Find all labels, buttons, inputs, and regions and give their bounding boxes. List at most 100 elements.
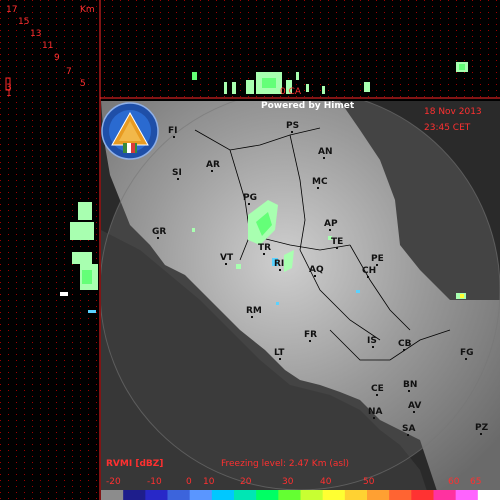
city-marker [407, 434, 409, 436]
city-marker [157, 237, 159, 239]
city-label-lt: LT [274, 348, 285, 358]
echo-column [296, 72, 299, 80]
city-marker [248, 203, 250, 205]
city-marker [279, 358, 281, 360]
legend-color-swatch [167, 490, 191, 500]
powered-by-label: Powered by Himet [261, 101, 355, 111]
city-marker [251, 316, 253, 318]
city-label-gr: GR [152, 227, 166, 237]
city-label-av: AV [408, 401, 421, 411]
city-label-na: NA [368, 407, 383, 417]
legend-color-swatch [477, 490, 500, 500]
city-label-ar: AR [206, 160, 220, 170]
legend-color-swatch [123, 490, 146, 500]
city-label-mc: MC [312, 177, 328, 187]
city-label-ps: PS [286, 121, 299, 131]
legend-tick-label: 65 [470, 477, 481, 487]
radar-composite: 1715131197531 Km 0 CA PSFIANARSIMCPGAPGR… [0, 0, 500, 500]
city-marker [309, 340, 311, 342]
legend-color-swatch [433, 490, 457, 500]
freezing-level-label: Freezing level: 2.47 Km (asl) [221, 459, 349, 469]
echo-column [459, 64, 465, 70]
legend-tick-label: -10 [147, 477, 162, 487]
civil-protection-logo [101, 102, 159, 160]
city-marker [367, 276, 369, 278]
city-marker [372, 346, 374, 348]
city-marker [376, 264, 378, 266]
legend-color-swatch [145, 490, 168, 500]
height-unit-label: Km [80, 5, 95, 15]
city-label-pe: PE [371, 254, 384, 264]
city-label-fi: FI [168, 126, 178, 136]
legend-tick-label: 20 [240, 477, 252, 487]
legend-title: RVMI [dBZ] [106, 459, 163, 469]
city-marker [480, 433, 482, 435]
legend-tick-label: 50 [363, 477, 375, 487]
legend-tick-label: -20 [106, 477, 121, 487]
city-marker [263, 253, 265, 255]
city-label-bn: BN [403, 380, 417, 390]
legend-tick-label: 30 [282, 477, 294, 487]
legend-color-swatch [211, 490, 235, 500]
legend-tick-label: 60 [448, 477, 460, 487]
legend-tick-label: 0 [186, 477, 192, 487]
height-tick-label: 11 [42, 41, 53, 51]
city-marker [403, 349, 405, 351]
echo-column [192, 72, 197, 80]
echo-column [232, 82, 236, 94]
echo-row [88, 310, 96, 313]
echo-column [364, 82, 370, 92]
legend-tick-label: 10 [203, 477, 215, 487]
city-label-pz: PZ [475, 423, 489, 433]
legend-color-swatch [411, 490, 434, 500]
echo-row [72, 252, 92, 264]
city-marker [317, 187, 319, 189]
city-label-is: IS [367, 336, 377, 346]
echo-row [60, 292, 68, 296]
city-marker [329, 229, 331, 231]
height-scale-panel: 1715131197531 Km [0, 0, 98, 99]
city-marker [323, 157, 325, 159]
city-label-ap: AP [324, 219, 338, 229]
city-marker [279, 269, 281, 271]
city-label-tr: TR [258, 243, 271, 253]
height-tick-label: 5 [80, 79, 86, 89]
legend-color-swatch [455, 490, 479, 500]
legend-color-swatch [344, 490, 368, 500]
left-cross-section-panel [0, 101, 98, 500]
legend-color-swatch [389, 490, 412, 500]
city-label-si: SI [172, 168, 182, 178]
city-label-aq: AQ [309, 265, 324, 275]
city-label-rm: RM [246, 306, 262, 316]
height-tick-label: 17 [6, 5, 17, 15]
legend-color-swatch [367, 490, 390, 500]
echo-column [224, 82, 227, 94]
city-label-vt: VT [220, 253, 234, 263]
city-label-ri: RI [274, 259, 284, 269]
echo-row [70, 222, 94, 240]
legend-color-swatch [189, 490, 213, 500]
city-label-sa: SA [402, 424, 415, 434]
height-tick-label: 7 [66, 67, 72, 77]
city-marker [291, 131, 293, 133]
city-marker [408, 390, 410, 392]
city-marker [314, 275, 316, 277]
city-marker [373, 417, 375, 419]
legend-tick-label: 40 [320, 477, 332, 487]
top-panel-label: 0 CA [280, 87, 302, 97]
city-marker [376, 394, 378, 396]
legend-color-swatch [278, 490, 301, 500]
radar-map-view: 17 15 13 11 9 7 5 3 1 Km 0 CA PS FI AN A… [0, 0, 500, 500]
legend-color-swatch [101, 490, 124, 500]
height-tick-label: 9 [54, 53, 60, 63]
city-marker [465, 358, 467, 360]
legend-color-swatch [234, 490, 257, 500]
city-label-fr: FR [304, 330, 317, 340]
echo-row [78, 202, 92, 220]
city-label-an: AN [318, 147, 333, 157]
echo-column [322, 86, 325, 94]
city-label-fg: FG [460, 348, 474, 358]
echo-column [306, 84, 309, 92]
date-label: 18 Nov 2013 [424, 107, 482, 117]
city-marker [225, 263, 227, 265]
